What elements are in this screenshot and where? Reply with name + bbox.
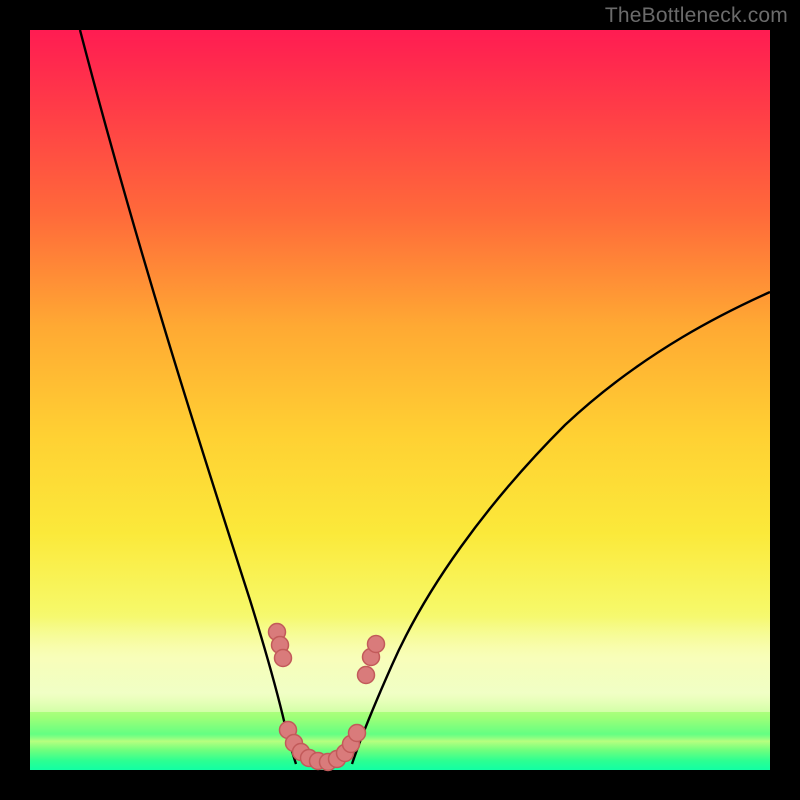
right-cluster-markers (358, 636, 385, 684)
curve-left (80, 30, 296, 764)
outer-black-frame: TheBottleneck.com (0, 0, 800, 800)
left-cluster-markers (269, 624, 292, 667)
watermark-text: TheBottleneck.com (605, 4, 788, 28)
chart-plot-area (30, 30, 770, 770)
chart-svg (30, 30, 770, 770)
curve-right (352, 292, 770, 764)
